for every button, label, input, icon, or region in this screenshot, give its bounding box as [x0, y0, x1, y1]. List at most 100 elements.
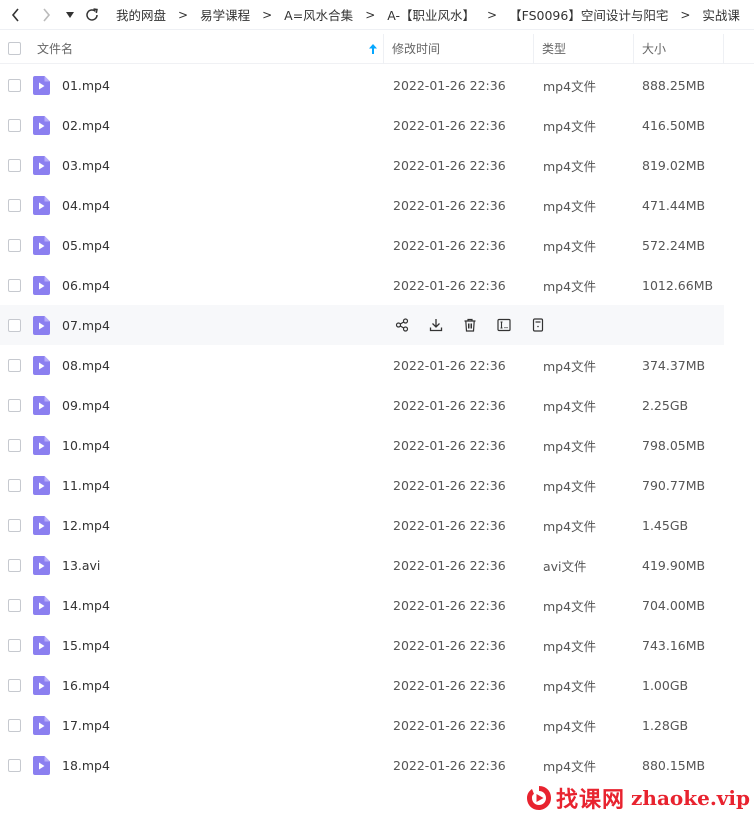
row-checkbox[interactable] [7, 598, 21, 612]
file-row[interactable]: 11.mp4 2022-01-26 22:36 mp4文件 790.77MB [0, 465, 724, 505]
file-row[interactable]: 18.mp4 2022-01-26 22:36 mp4文件 880.15MB [0, 745, 724, 785]
file-name[interactable]: 07.mp4 [62, 318, 110, 333]
row-checkbox[interactable] [7, 478, 21, 492]
row-checkbox[interactable] [7, 678, 21, 692]
file-name[interactable]: 16.mp4 [62, 678, 110, 693]
file-name-cell[interactable]: 16.mp4 [28, 675, 384, 695]
file-name[interactable]: 03.mp4 [62, 158, 110, 173]
file-row[interactable]: 02.mp4 2022-01-26 22:36 mp4文件 416.50MB [0, 105, 724, 145]
file-row[interactable]: 15.mp4 2022-01-26 22:36 mp4文件 743.16MB [0, 625, 724, 665]
file-name[interactable]: 10.mp4 [62, 438, 110, 453]
share-icon[interactable] [392, 315, 412, 335]
file-type: mp4文件 [543, 118, 597, 134]
video-file-icon [33, 315, 50, 335]
select-all-checkbox[interactable] [7, 42, 21, 55]
row-checkbox[interactable] [7, 558, 21, 572]
column-header-name[interactable]: 文件名 [28, 33, 384, 64]
row-checkbox[interactable] [7, 638, 21, 652]
file-name[interactable]: 17.mp4 [62, 718, 110, 733]
row-checkbox[interactable] [7, 118, 21, 132]
file-row[interactable]: 08.mp4 2022-01-26 22:36 mp4文件 374.37MB [0, 345, 724, 385]
file-row[interactable]: 07.mp4 [0, 305, 724, 345]
file-row[interactable]: 06.mp4 2022-01-26 22:36 mp4文件 1012.66MB [0, 265, 724, 305]
watermark-en-text: zhaoke.vip [631, 786, 750, 810]
file-name-cell[interactable]: 13.avi [28, 555, 384, 575]
file-row[interactable]: 16.mp4 2022-01-26 22:36 mp4文件 1.00GB [0, 665, 724, 705]
file-name-cell[interactable]: 18.mp4 [28, 755, 384, 775]
file-row[interactable]: 09.mp4 2022-01-26 22:36 mp4文件 2.25GB [0, 385, 724, 425]
file-row[interactable]: 10.mp4 2022-01-26 22:36 mp4文件 798.05MB [0, 425, 724, 465]
back-button[interactable] [4, 0, 28, 30]
file-row[interactable]: 05.mp4 2022-01-26 22:36 mp4文件 572.24MB [0, 225, 724, 265]
column-header-type[interactable]: 类型 [534, 33, 634, 64]
breadcrumb-item[interactable]: A=风水合集 [280, 5, 357, 24]
file-name-cell[interactable]: 05.mp4 [28, 235, 384, 255]
file-name[interactable]: 14.mp4 [62, 598, 110, 613]
file-row[interactable]: 04.mp4 2022-01-26 22:36 mp4文件 471.44MB [0, 185, 724, 225]
file-name-cell[interactable]: 14.mp4 [28, 595, 384, 615]
file-row[interactable]: 17.mp4 2022-01-26 22:36 mp4文件 1.28GB [0, 705, 724, 745]
row-checkbox[interactable] [7, 158, 21, 172]
breadcrumb-item[interactable]: 【FS0096】空间设计与阳宅 [505, 5, 672, 24]
file-size: 471.44MB [642, 197, 706, 213]
delete-icon[interactable] [460, 315, 480, 335]
file-name[interactable]: 06.mp4 [62, 278, 110, 293]
more-icon[interactable] [528, 315, 548, 335]
row-checkbox[interactable] [7, 718, 21, 732]
file-name[interactable]: 18.mp4 [62, 758, 110, 773]
file-name[interactable]: 11.mp4 [62, 478, 110, 493]
rename-icon[interactable] [494, 315, 514, 335]
file-name[interactable]: 05.mp4 [62, 238, 110, 253]
file-name[interactable]: 02.mp4 [62, 118, 110, 133]
file-name[interactable]: 04.mp4 [62, 198, 110, 213]
column-header-size[interactable]: 大小 [634, 33, 724, 64]
file-modified-time: 2022-01-26 22:36 [393, 77, 506, 93]
row-checkbox[interactable] [7, 358, 21, 372]
file-name[interactable]: 09.mp4 [62, 398, 110, 413]
row-checkbox[interactable] [7, 758, 21, 772]
file-row[interactable]: 12.mp4 2022-01-26 22:36 mp4文件 1.45GB [0, 505, 724, 545]
file-row[interactable]: 01.mp4 2022-01-26 22:36 mp4文件 888.25MB [0, 65, 724, 105]
row-checkbox[interactable] [7, 78, 21, 92]
file-name[interactable]: 13.avi [62, 558, 100, 573]
row-checkbox[interactable] [7, 318, 21, 332]
file-name[interactable]: 15.mp4 [62, 638, 110, 653]
file-name-cell[interactable]: 06.mp4 [28, 275, 384, 295]
file-name-cell[interactable]: 12.mp4 [28, 515, 384, 535]
file-name-cell[interactable]: 01.mp4 [28, 75, 384, 95]
breadcrumb-item[interactable]: 易学课程 [196, 5, 254, 24]
file-type: mp4文件 [543, 278, 597, 294]
row-checkbox[interactable] [7, 398, 21, 412]
breadcrumb-item[interactable]: A-【职业风水】 [383, 5, 479, 24]
file-name-cell[interactable]: 03.mp4 [28, 155, 384, 175]
breadcrumb-item[interactable]: 我的网盘 [112, 5, 170, 24]
file-row[interactable]: 14.mp4 2022-01-26 22:36 mp4文件 704.00MB [0, 585, 724, 625]
forward-button[interactable] [34, 0, 58, 30]
file-name-cell[interactable]: 17.mp4 [28, 715, 384, 735]
download-icon[interactable] [426, 315, 446, 335]
file-size: 1.45GB [642, 517, 689, 533]
row-checkbox[interactable] [7, 278, 21, 292]
column-header-modified[interactable]: 修改时间 [384, 33, 534, 64]
row-checkbox[interactable] [7, 518, 21, 532]
file-name-cell[interactable]: 02.mp4 [28, 115, 384, 135]
file-name-cell[interactable]: 09.mp4 [28, 395, 384, 415]
file-name-cell[interactable]: 11.mp4 [28, 475, 384, 495]
file-name-cell[interactable]: 10.mp4 [28, 435, 384, 455]
row-checkbox[interactable] [7, 438, 21, 452]
file-name-cell[interactable]: 08.mp4 [28, 355, 384, 375]
refresh-button[interactable] [80, 0, 104, 30]
breadcrumb-item[interactable]: 实战课 [698, 5, 744, 24]
row-checkbox[interactable] [7, 238, 21, 252]
history-dropdown-button[interactable] [62, 0, 78, 30]
file-row[interactable]: 03.mp4 2022-01-26 22:36 mp4文件 819.02MB [0, 145, 724, 185]
sort-ascending-icon[interactable] [369, 43, 377, 54]
file-name-cell[interactable]: 04.mp4 [28, 195, 384, 215]
file-row[interactable]: 13.avi 2022-01-26 22:36 avi文件 419.90MB [0, 545, 724, 585]
file-name-cell[interactable]: 15.mp4 [28, 635, 384, 655]
file-name[interactable]: 12.mp4 [62, 518, 110, 533]
row-checkbox[interactable] [7, 198, 21, 212]
file-name[interactable]: 08.mp4 [62, 358, 110, 373]
file-name[interactable]: 01.mp4 [62, 78, 110, 93]
file-name-cell[interactable]: 07.mp4 [28, 315, 384, 335]
